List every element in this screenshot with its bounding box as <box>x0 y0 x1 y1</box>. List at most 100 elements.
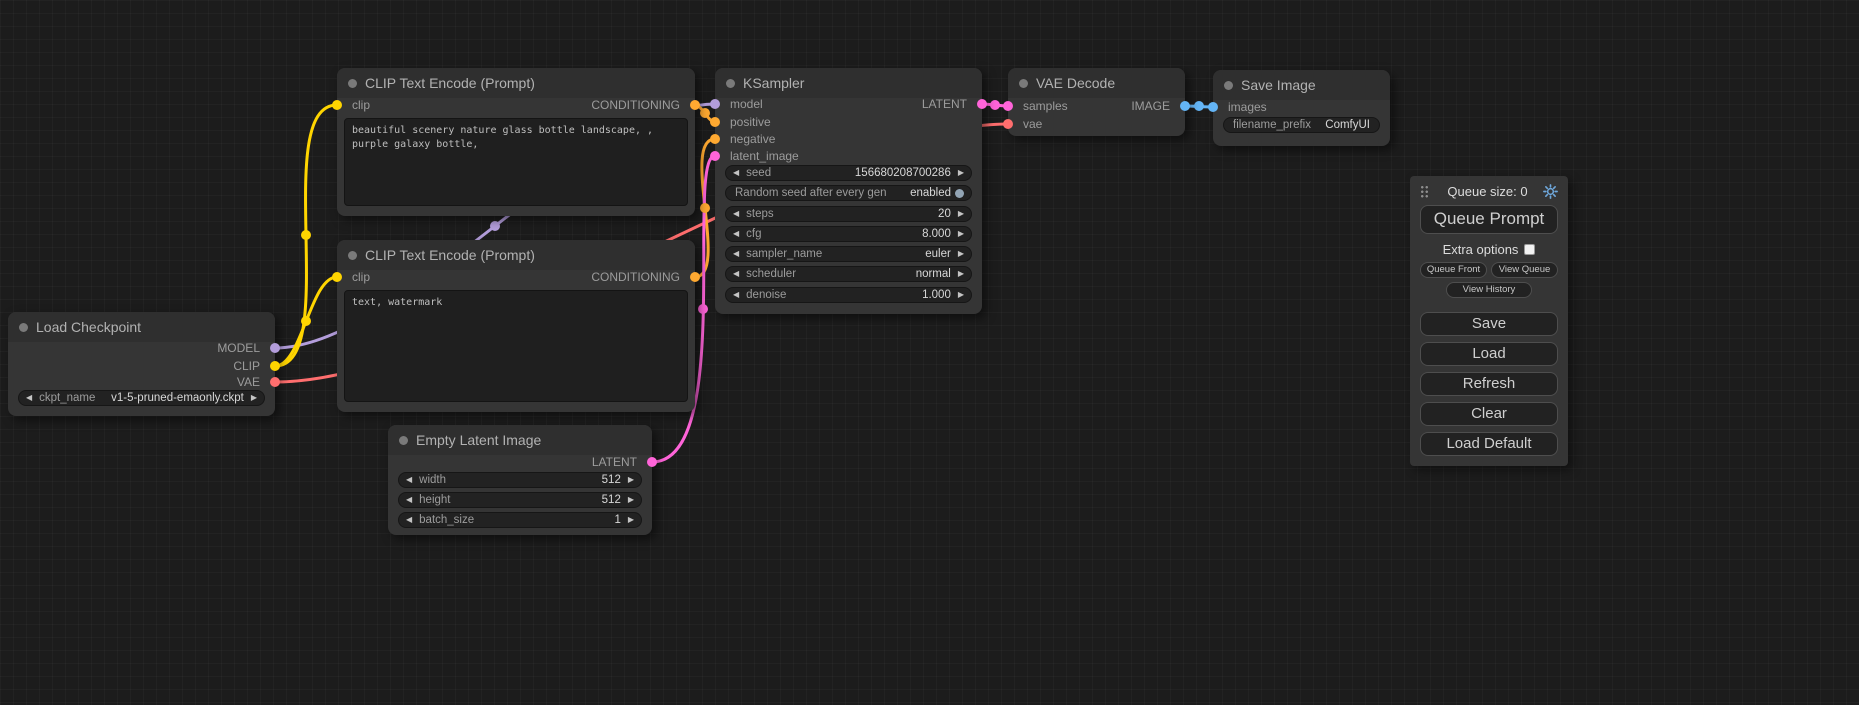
collapse-dot-icon[interactable] <box>1019 79 1028 88</box>
input-port-positive[interactable] <box>710 117 720 127</box>
output-port-model[interactable] <box>270 343 280 353</box>
next-value-arrow-icon[interactable]: ▶ <box>958 169 964 177</box>
node-vae-decode[interactable]: VAE Decode samples vae IMAGE <box>1008 68 1185 136</box>
next-value-arrow-icon[interactable]: ▶ <box>958 270 964 278</box>
node-clip-text-encode-negative[interactable]: CLIP Text Encode (Prompt) clip CONDITION… <box>337 240 695 412</box>
filename-prefix-widget[interactable]: filename_prefix ComfyUI <box>1223 117 1380 133</box>
node-title-bar[interactable]: CLIP Text Encode (Prompt) <box>337 68 695 98</box>
widget-value: 512 <box>602 494 621 506</box>
output-port-latent[interactable] <box>977 99 987 109</box>
batch-size-widget[interactable]: ◀ batch_size 1 ▶ <box>398 512 642 528</box>
prev-value-arrow-icon[interactable]: ◀ <box>733 291 739 299</box>
view-queue-button[interactable]: View Queue <box>1491 262 1558 278</box>
ckpt-name-widget[interactable]: ◀ ckpt_name v1-5-pruned-emaonly.ckpt ▶ <box>18 390 265 406</box>
queue-prompt-button[interactable]: Queue Prompt <box>1420 205 1558 234</box>
node-ksampler[interactable]: KSampler model positive negative latent_… <box>715 68 982 314</box>
node-load-checkpoint[interactable]: Load Checkpoint MODEL CLIP VAE ◀ ckpt_na… <box>8 312 275 416</box>
scheduler-widget[interactable]: ◀ scheduler normal ▶ <box>725 266 972 282</box>
view-history-button[interactable]: View History <box>1446 282 1532 298</box>
next-value-arrow-icon[interactable]: ▶ <box>958 230 964 238</box>
height-widget[interactable]: ◀ height 512 ▶ <box>398 492 642 508</box>
prev-value-arrow-icon[interactable]: ◀ <box>406 516 412 524</box>
save-button[interactable]: Save <box>1420 312 1558 336</box>
toggle-dot-icon[interactable] <box>955 189 964 198</box>
widget-value: euler <box>925 248 951 260</box>
next-value-arrow-icon[interactable]: ▶ <box>251 394 257 402</box>
menu-drag-handle-icon[interactable] <box>1420 185 1429 198</box>
collapse-dot-icon[interactable] <box>726 79 735 88</box>
next-value-arrow-icon[interactable]: ▶ <box>958 291 964 299</box>
prev-value-arrow-icon[interactable]: ◀ <box>733 250 739 258</box>
load-default-button[interactable]: Load Default <box>1420 432 1558 456</box>
extra-options-checkbox[interactable] <box>1524 244 1535 255</box>
queue-front-button[interactable]: Queue Front <box>1420 262 1487 278</box>
next-value-arrow-icon[interactable]: ▶ <box>958 210 964 218</box>
input-port-images[interactable] <box>1208 102 1218 112</box>
node-empty-latent-image[interactable]: Empty Latent Image LATENT ◀ width 512 ▶ … <box>388 425 652 535</box>
node-title-bar[interactable]: KSampler <box>715 68 982 98</box>
widget-label: batch_size <box>419 514 474 526</box>
node-title-bar[interactable]: CLIP Text Encode (Prompt) <box>337 240 695 270</box>
next-value-arrow-icon[interactable]: ▶ <box>628 476 634 484</box>
slot-label: LATENT <box>922 97 967 111</box>
input-port-model[interactable] <box>710 99 720 109</box>
widget-value: 1.000 <box>922 289 951 301</box>
sampler-name-widget[interactable]: ◀ sampler_name euler ▶ <box>725 246 972 262</box>
next-value-arrow-icon[interactable]: ▶ <box>958 250 964 258</box>
cfg-widget[interactable]: ◀ cfg 8.000 ▶ <box>725 226 972 242</box>
widget-label: ckpt_name <box>39 392 95 404</box>
graph-canvas[interactable]: Load Checkpoint MODEL CLIP VAE ◀ ckpt_na… <box>0 0 1859 705</box>
prev-value-arrow-icon[interactable]: ◀ <box>406 476 412 484</box>
output-port-clip[interactable] <box>270 361 280 371</box>
load-button[interactable]: Load <box>1420 342 1558 366</box>
collapse-dot-icon[interactable] <box>348 251 357 260</box>
node-title-bar[interactable]: Empty Latent Image <box>388 425 652 455</box>
collapse-dot-icon[interactable] <box>348 79 357 88</box>
input-port-vae[interactable] <box>1003 119 1013 129</box>
link-dot <box>990 100 1000 110</box>
width-widget[interactable]: ◀ width 512 ▶ <box>398 472 642 488</box>
prev-value-arrow-icon[interactable]: ◀ <box>26 394 32 402</box>
clear-button[interactable]: Clear <box>1420 402 1558 426</box>
output-port-conditioning[interactable] <box>690 100 700 110</box>
input-port-latent-image[interactable] <box>710 151 720 161</box>
node-title-bar[interactable]: VAE Decode <box>1008 68 1185 98</box>
random-seed-toggle-widget[interactable]: Random seed after every gen enabled <box>725 185 972 201</box>
prev-value-arrow-icon[interactable]: ◀ <box>406 496 412 504</box>
refresh-button[interactable]: Refresh <box>1420 372 1558 396</box>
node-clip-text-encode-positive[interactable]: CLIP Text Encode (Prompt) clip CONDITION… <box>337 68 695 216</box>
prev-value-arrow-icon[interactable]: ◀ <box>733 169 739 177</box>
input-port-clip[interactable] <box>332 100 342 110</box>
input-slot-clip: clip <box>337 268 370 286</box>
widget-label: steps <box>746 208 774 220</box>
collapse-dot-icon[interactable] <box>1224 81 1233 90</box>
output-port-image[interactable] <box>1180 101 1190 111</box>
steps-widget[interactable]: ◀ steps 20 ▶ <box>725 206 972 222</box>
prev-value-arrow-icon[interactable]: ◀ <box>733 270 739 278</box>
collapse-dot-icon[interactable] <box>399 436 408 445</box>
prev-value-arrow-icon[interactable]: ◀ <box>733 210 739 218</box>
seed-widget[interactable]: ◀ seed 156680208700286 ▶ <box>725 165 972 181</box>
positive-prompt-textarea[interactable]: beautiful scenery nature glass bottle la… <box>344 118 688 206</box>
prev-value-arrow-icon[interactable]: ◀ <box>733 230 739 238</box>
output-port-conditioning[interactable] <box>690 272 700 282</box>
link-dot <box>698 304 708 314</box>
input-port-clip[interactable] <box>332 272 342 282</box>
next-value-arrow-icon[interactable]: ▶ <box>628 496 634 504</box>
node-title-bar[interactable]: Load Checkpoint <box>8 312 275 342</box>
settings-gear-icon[interactable] <box>1543 184 1558 199</box>
node-title-bar[interactable]: Save Image <box>1213 70 1390 100</box>
input-port-samples[interactable] <box>1003 101 1013 111</box>
input-port-negative[interactable] <box>710 134 720 144</box>
next-value-arrow-icon[interactable]: ▶ <box>628 516 634 524</box>
node-save-image[interactable]: Save Image images filename_prefix ComfyU… <box>1213 70 1390 146</box>
collapse-dot-icon[interactable] <box>19 323 28 332</box>
output-port-vae[interactable] <box>270 377 280 387</box>
negative-prompt-textarea[interactable]: text, watermark <box>344 290 688 402</box>
link-dot <box>301 316 311 326</box>
input-slot-latent-image: latent_image <box>715 147 799 165</box>
slot-label: CLIP <box>233 359 260 373</box>
widget-label: width <box>419 474 446 486</box>
denoise-widget[interactable]: ◀ denoise 1.000 ▶ <box>725 287 972 303</box>
output-port-latent[interactable] <box>647 457 657 467</box>
